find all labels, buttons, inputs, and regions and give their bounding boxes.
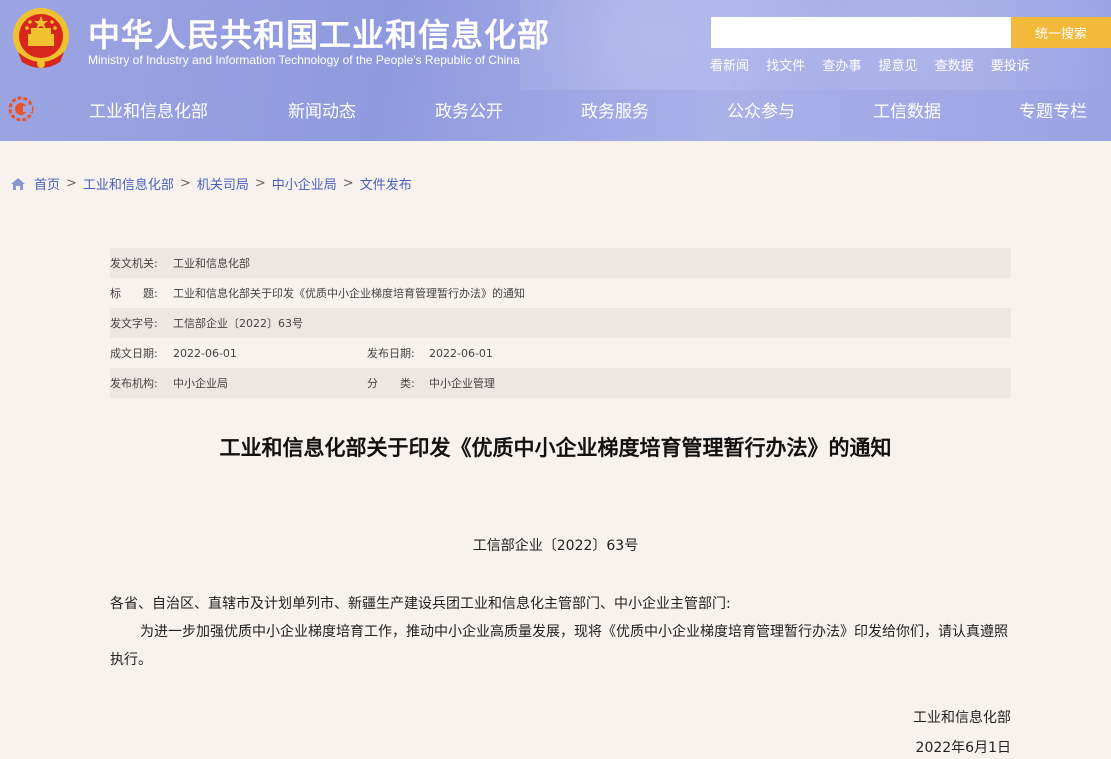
national-emblem-icon[interactable]: [10, 6, 72, 70]
nav-item-gov-affairs[interactable]: 政务公开: [435, 97, 503, 122]
meta-row-docno: 发文字号: 工信部企业〔2022〕63号: [110, 308, 1011, 338]
site-title-cn[interactable]: 中华人民共和国工业和信息化部: [88, 10, 550, 56]
article-doc-number: 工信部企业〔2022〕63号: [472, 538, 639, 554]
main-nav: 工业和信息化部 新闻动态 政务公开 政务服务 公众参与 工信数据 专题专栏: [0, 93, 1111, 127]
meta-issuer-value: 工业和信息化部: [173, 257, 250, 270]
meta-row-dates: 成文日期: 2022-06-01 发布日期: 2022-06-01: [110, 338, 1011, 368]
breadcrumb-home[interactable]: 首页: [34, 174, 60, 193]
breadcrumb-separator: >: [179, 176, 191, 191]
meta-published-value: 2022-06-01: [429, 346, 493, 360]
breadcrumb-sme-bureau[interactable]: 中小企业局: [272, 174, 337, 193]
meta-docno-value: 工信部企业〔2022〕63号: [173, 317, 303, 330]
nav-item-miit[interactable]: 工业和信息化部: [89, 97, 208, 122]
breadcrumb-separator: >: [342, 176, 354, 191]
article-salutation: 各省、自治区、直辖市及计划单列市、新疆生产建设兵团工业和信息化主管部门、中小企业…: [110, 596, 731, 612]
meta-row-org: 发布机构: 中小企业局 分 类: 中小企业管理: [110, 368, 1011, 398]
meta-title-label: 标 题:: [110, 287, 158, 300]
quick-link-news[interactable]: 看新闻: [710, 59, 749, 74]
nav-item-topics[interactable]: 专题专栏: [1019, 97, 1087, 122]
breadcrumb-miit[interactable]: 工业和信息化部: [83, 174, 174, 193]
quick-link-files[interactable]: 找文件: [766, 59, 805, 74]
article-signature-org: 工业和信息化部: [913, 710, 1011, 726]
breadcrumb-separator: >: [254, 176, 266, 191]
nav-item-news[interactable]: 新闻动态: [288, 97, 356, 122]
unified-search-button[interactable]: 统一搜索: [1011, 17, 1111, 48]
meta-created-label: 成文日期:: [110, 347, 158, 360]
site-header: 中华人民共和国工业和信息化部 Ministry of Industry and …: [0, 0, 1111, 141]
quick-link-data[interactable]: 查数据: [935, 59, 974, 74]
search-input[interactable]: [711, 17, 1011, 48]
meta-category-label: 分 类:: [367, 377, 415, 390]
nav-item-gov-services[interactable]: 政务服务: [581, 97, 649, 122]
nav-item-data[interactable]: 工信数据: [873, 97, 941, 122]
meta-row-title: 标 题: 工业和信息化部关于印发《优质中小企业梯度培育管理暂行办法》的通知: [110, 278, 1011, 308]
quick-link-services[interactable]: 查办事: [822, 59, 861, 74]
meta-row-issuer: 发文机关: 工业和信息化部: [110, 248, 1011, 278]
meta-org-label: 发布机构:: [110, 377, 158, 390]
meta-title-value: 工业和信息化部关于印发《优质中小企业梯度培育管理暂行办法》的通知: [173, 287, 525, 300]
quick-links: 看新闻 找文件 查办事 提意见 查数据 要投诉: [710, 55, 1043, 74]
meta-org-value: 中小企业局: [173, 377, 228, 390]
meta-issuer-label: 发文机关:: [110, 257, 158, 270]
article-body: 为进一步加强优质中小企业梯度培育工作，推动中小企业高质量发展，现将《优质中小企业…: [110, 624, 1008, 668]
quick-link-complaint[interactable]: 要投诉: [991, 59, 1030, 74]
quick-link-feedback[interactable]: 提意见: [878, 59, 917, 74]
document-meta-table: 发文机关: 工业和信息化部 标 题: 工业和信息化部关于印发《优质中小企业梯度培…: [110, 248, 1011, 398]
meta-published-label: 发布日期:: [367, 347, 415, 360]
article-signature-date: 2022年6月1日: [915, 740, 1011, 756]
breadcrumb-document-release[interactable]: 文件发布: [360, 174, 412, 193]
breadcrumb-separator: >: [66, 176, 77, 191]
meta-category-value: 中小企业管理: [429, 377, 495, 390]
meta-docno-label: 发文字号:: [110, 317, 158, 330]
nav-item-public[interactable]: 公众参与: [727, 97, 795, 122]
home-icon: [11, 177, 25, 190]
meta-created-value: 2022-06-01: [173, 346, 237, 360]
breadcrumb-departments[interactable]: 机关司局: [197, 174, 249, 193]
article-title: 工业和信息化部关于印发《优质中小企业梯度培育管理暂行办法》的通知: [219, 436, 892, 460]
breadcrumb: 首页 > 工业和信息化部 > 机关司局 > 中小企业局 > 文件发布: [10, 174, 412, 193]
site-title-en: Ministry of Industry and Information Tec…: [88, 53, 520, 67]
